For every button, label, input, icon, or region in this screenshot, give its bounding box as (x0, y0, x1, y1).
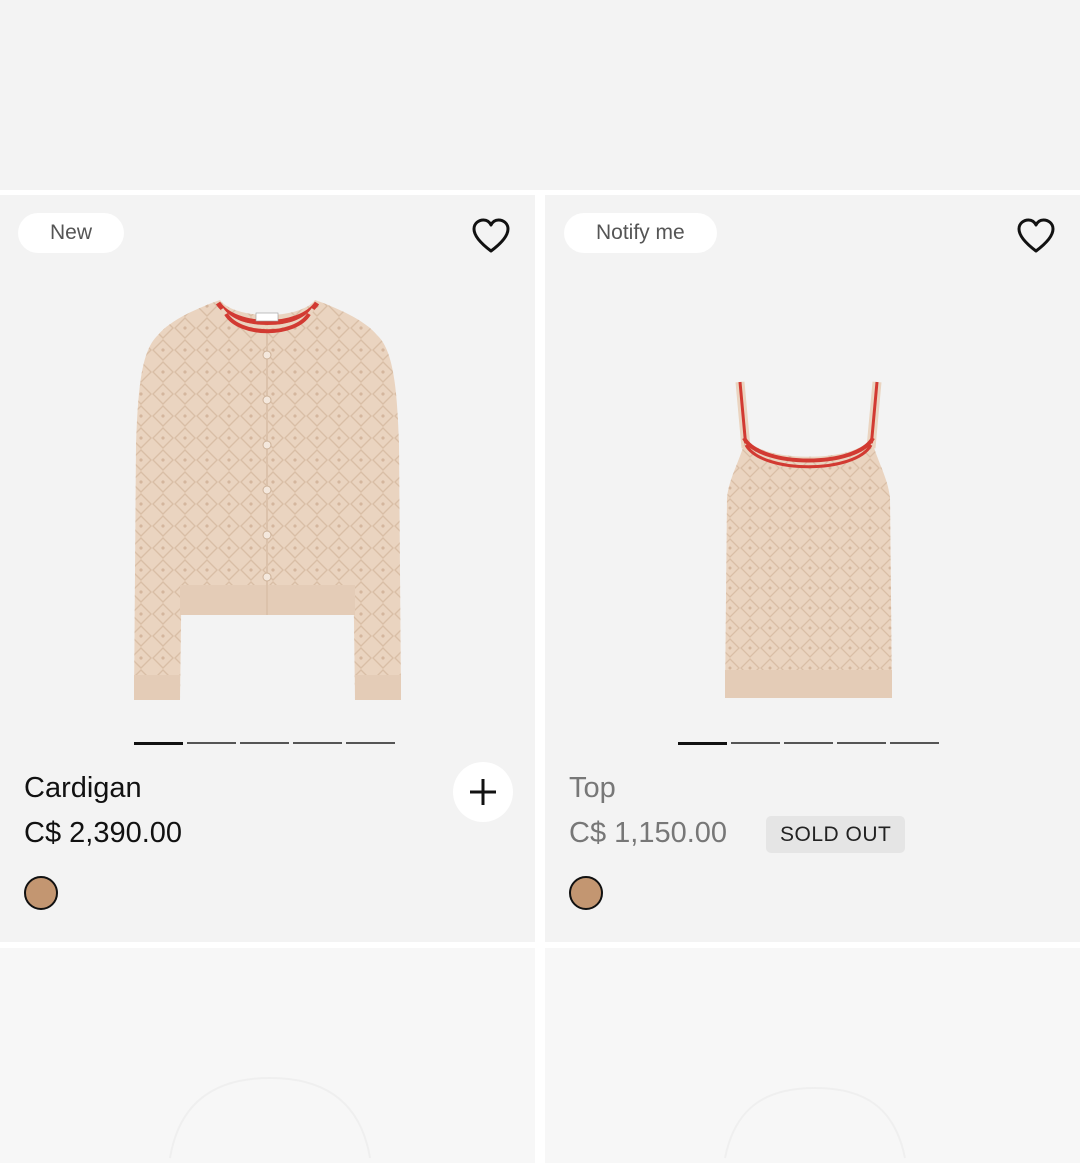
add-to-bag-button[interactable] (453, 762, 513, 822)
carousel-dot[interactable] (346, 742, 395, 744)
carousel-dot[interactable] (678, 742, 727, 745)
product-price: C$ 2,390.00 (24, 817, 183, 849)
color-swatch[interactable] (569, 876, 603, 910)
color-swatch[interactable] (24, 876, 58, 910)
carousel-dot[interactable] (134, 742, 183, 745)
carousel-dot[interactable] (837, 742, 886, 744)
notify-me-badge[interactable]: Notify me (564, 213, 717, 253)
wishlist-heart-icon[interactable] (471, 217, 511, 255)
carousel-dot[interactable] (784, 742, 833, 744)
product-card-top[interactable]: Notify me Top C$ 1,150.00 SOLD OUT (545, 195, 1080, 942)
product-name[interactable]: Top (569, 772, 616, 805)
carousel-dot[interactable] (240, 742, 289, 744)
plus-icon (470, 779, 496, 805)
product-price: C$ 1,150.00 (569, 817, 728, 849)
product-card-cardigan[interactable]: New Cardigan C$ 2,390.00 (0, 195, 535, 942)
top-empty-area (0, 0, 1080, 190)
carousel-dot[interactable] (293, 742, 342, 744)
carousel-dot[interactable] (187, 742, 236, 744)
next-product-card-right[interactable] (545, 948, 1080, 1163)
sold-out-badge: SOLD OUT (766, 816, 906, 853)
carousel-indicator[interactable] (134, 742, 395, 745)
carousel-dot[interactable] (890, 742, 939, 744)
carousel-dot[interactable] (731, 742, 780, 744)
new-badge: New (18, 213, 125, 253)
tank-top-image[interactable] (720, 378, 910, 708)
product-name[interactable]: Cardigan (24, 772, 142, 805)
wishlist-heart-icon[interactable] (1016, 217, 1056, 255)
carousel-indicator[interactable] (678, 742, 939, 745)
cardigan-image[interactable] (130, 295, 405, 710)
next-product-card-left[interactable] (0, 948, 535, 1163)
product-image-partial (169, 1076, 371, 1159)
product-image-partial (724, 1086, 906, 1159)
